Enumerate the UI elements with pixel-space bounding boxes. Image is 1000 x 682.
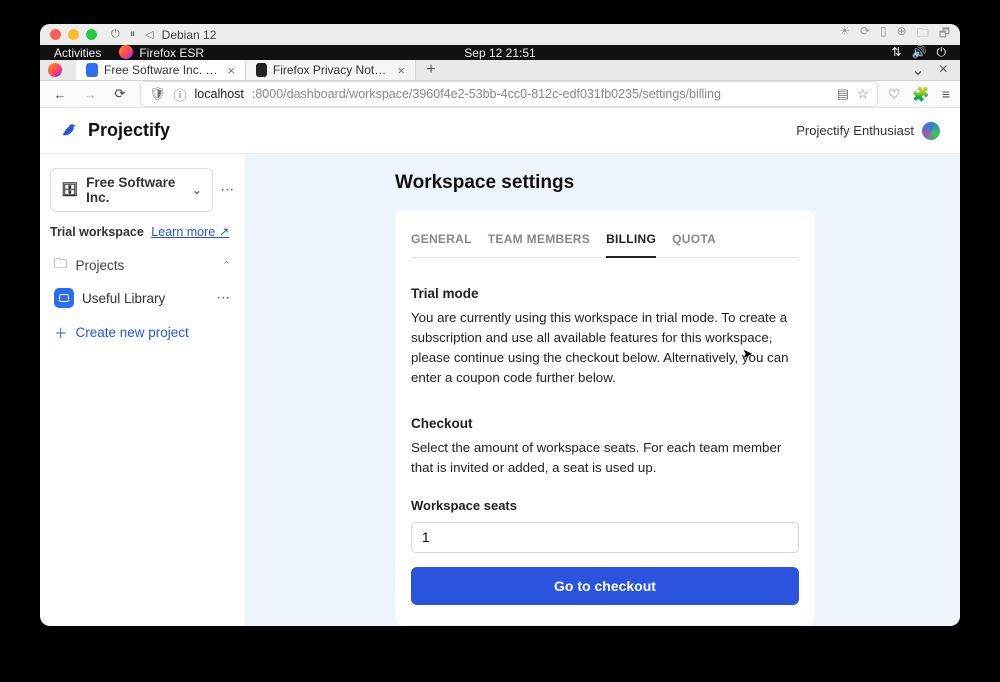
os-titlebar: ⏻ ⏸ ◁ Debian 12 ☀ ⟳ ▯ ⊕ 🗀 🗗	[40, 24, 960, 45]
nav-reload-button[interactable]: ⟳	[110, 86, 130, 102]
shield-icon[interactable]: 🛡	[149, 86, 166, 102]
chevron-up-icon: ⌃	[222, 259, 231, 272]
close-window-icon[interactable]	[50, 29, 61, 40]
external-link-icon: ↗	[219, 225, 229, 239]
settings-card: GENERAL TEAM MEMBERS BILLING QUOTA Trial…	[395, 210, 815, 625]
project-icon	[54, 288, 74, 308]
browser-close-icon[interactable]: ×	[939, 61, 948, 79]
briefcase-icon: 🗄	[61, 182, 78, 198]
url-path: :8000/dashboard/workspace/3960f4e2-53bb-…	[252, 87, 721, 101]
learn-more-link[interactable]: Learn more ↗	[151, 225, 229, 239]
tab-favicon-icon	[256, 63, 267, 77]
nav-forward-button: →	[80, 87, 100, 102]
hamburger-menu-icon[interactable]: ≡	[942, 86, 950, 103]
content-area: Workspace settings GENERAL TEAM MEMBERS …	[245, 154, 960, 626]
browser-tab[interactable]: Free Software Inc. billing ×	[76, 60, 246, 80]
tab-quota[interactable]: QUOTA	[672, 224, 716, 257]
app-logo[interactable]: Projectify	[60, 120, 170, 141]
tab-billing[interactable]: BILLING	[606, 224, 656, 258]
seats-input[interactable]	[411, 522, 799, 553]
network-icon[interactable]: ⇅	[891, 45, 901, 60]
gnome-activities[interactable]: Activities	[54, 46, 101, 60]
user-label[interactable]: Projectify Enthusiast	[796, 123, 914, 138]
folder-icon: 🗀	[54, 254, 68, 277]
sidebar-projects-label: Projects	[76, 258, 125, 273]
trial-heading: Trial mode	[411, 284, 799, 304]
tab-general[interactable]: GENERAL	[411, 224, 472, 257]
gnome-power-icon[interactable]: ⏻	[937, 45, 947, 60]
tab-favicon-icon	[86, 63, 98, 77]
chevron-down-icon: ⌄	[192, 184, 201, 197]
tab-title: Free Software Inc. billing	[104, 63, 217, 77]
brightness-icon: ☀	[839, 24, 850, 45]
browser-tab-strip: Free Software Inc. billing × Firefox Pri…	[40, 60, 960, 81]
settings-tabs: GENERAL TEAM MEMBERS BILLING QUOTA	[411, 224, 799, 258]
firefox-menu-icon[interactable]	[40, 60, 76, 80]
tab-team-members[interactable]: TEAM MEMBERS	[488, 224, 590, 257]
device-icon: ▯	[880, 24, 887, 45]
reload-icon: ⟳	[860, 24, 870, 45]
back-icon: ◁	[145, 28, 153, 41]
nav-back-button[interactable]: ←	[50, 87, 70, 102]
page-title: Workspace settings	[395, 172, 920, 194]
minimize-window-icon[interactable]	[68, 29, 79, 40]
volume-icon[interactable]: 🔊	[912, 45, 927, 60]
project-name: Useful Library	[82, 291, 165, 306]
new-tab-button[interactable]: +	[416, 60, 446, 80]
workspace-more-button[interactable]: ⋯	[221, 182, 236, 198]
browser-url-bar: ← → ⟳ 🛡 ⓘ localhost :8000/dashboard/works…	[40, 81, 960, 108]
pocket-icon[interactable]: ♡	[888, 86, 901, 103]
reader-icon[interactable]: ▤	[837, 86, 849, 102]
avatar[interactable]	[922, 122, 940, 140]
checkout-body: Select the amount of workspace seats. Fo…	[411, 438, 799, 478]
gnome-active-app[interactable]: Firefox ESR	[119, 45, 204, 60]
lock-icon[interactable]: ⓘ	[174, 85, 187, 104]
pause-icon: ⏸	[130, 28, 136, 41]
folder-icon: 🗀	[917, 24, 929, 45]
bookmark-icon[interactable]: ☆	[857, 86, 869, 102]
browser-tab[interactable]: Firefox Privacy Notice — … ×	[246, 60, 416, 80]
workspace-name: Free Software Inc.	[86, 175, 184, 205]
sidebar: 🗄 Free Software Inc. ⌄ ⋯ Trial workspace…	[40, 154, 245, 626]
power-icon: ⏻	[111, 28, 120, 41]
maximize-window-icon[interactable]	[86, 29, 97, 40]
tab-close-icon[interactable]: ×	[227, 63, 235, 78]
sidebar-project-item[interactable]: Useful Library ⋯	[50, 282, 235, 314]
firefox-icon	[119, 45, 133, 59]
url-input[interactable]: 🛡 ⓘ localhost :8000/dashboard/workspace/3…	[140, 81, 878, 107]
app-brand-label: Projectify	[88, 120, 170, 141]
tab-close-icon[interactable]: ×	[397, 63, 405, 78]
go-to-checkout-button[interactable]: Go to checkout	[411, 567, 799, 605]
sidebar-projects-header[interactable]: 🗀 Projects ⌃	[50, 249, 235, 282]
create-project-button[interactable]: ＋ Create new project	[50, 314, 235, 350]
seats-label: Workspace seats	[411, 496, 799, 516]
url-host: localhost	[195, 87, 244, 101]
tab-title: Firefox Privacy Notice — …	[273, 63, 388, 77]
trial-section: Trial mode You are currently using this …	[411, 284, 799, 388]
workspace-picker[interactable]: 🗄 Free Software Inc. ⌄	[50, 168, 213, 212]
checkout-heading: Checkout	[411, 414, 799, 434]
gnome-clock[interactable]: Sep 12 21:51	[464, 46, 535, 60]
app-header: Projectify Projectify Enthusiast	[40, 108, 960, 154]
extensions-icon[interactable]: 🧩	[912, 86, 929, 103]
trial-body: You are currently using this workspace i…	[411, 308, 799, 388]
gnome-top-bar: Activities Firefox ESR Sep 12 21:51 ⇅ 🔊 …	[40, 45, 960, 60]
windows-icon: 🗗	[939, 24, 950, 45]
tab-dropdown-icon[interactable]: ⌄	[911, 60, 924, 80]
checkout-section: Checkout Select the amount of workspace …	[411, 414, 799, 605]
os-distro-label: Debian 12	[162, 28, 217, 42]
globe-icon: ⊕	[897, 24, 907, 45]
window-traffic-lights	[50, 29, 97, 40]
plus-icon: ＋	[54, 322, 68, 342]
projectify-bird-icon	[60, 121, 80, 141]
project-more-button[interactable]: ⋯	[217, 290, 232, 306]
trial-notice: Trial workspace Learn more ↗	[50, 224, 235, 239]
